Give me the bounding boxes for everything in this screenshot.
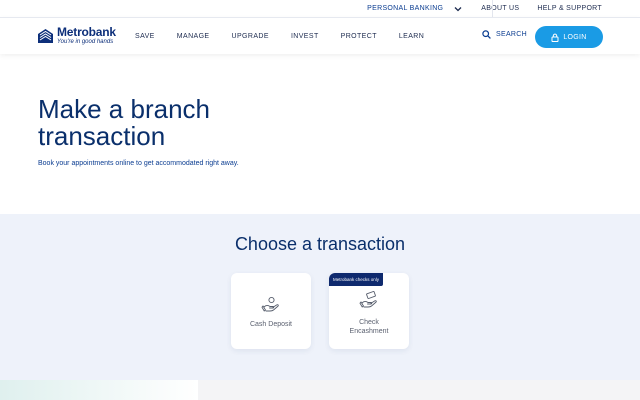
nav-links: SAVE MANAGE UPGRADE INVEST PROTECT LEARN <box>135 18 446 55</box>
metrobank-checks-badge: Metrobank checks only <box>329 273 384 286</box>
personal-banking-dropdown[interactable]: PERSONAL BANKING <box>367 4 463 14</box>
nav-item-save[interactable]: SAVE <box>135 33 155 40</box>
login-button[interactable]: LOGIN <box>535 26 603 48</box>
about-us-link[interactable]: ABOUT US <box>481 5 519 12</box>
nav-item-manage[interactable]: MANAGE <box>177 33 210 40</box>
search-label: SEARCH <box>496 31 527 38</box>
help-support-label: HELP & SUPPORT <box>537 5 602 12</box>
nav-item-upgrade[interactable]: UPGRADE <box>232 33 269 40</box>
metrobank-logo-icon <box>38 28 53 43</box>
nav-item-protect[interactable]: PROTECT <box>341 33 377 40</box>
lock-icon <box>551 33 559 42</box>
personal-banking-label: PERSONAL BANKING <box>367 5 444 12</box>
brand-tagline: You're in good hands <box>57 39 114 45</box>
about-us-label: ABOUT US <box>481 5 520 12</box>
main-nav: Metrobank You're in good hands SAVE MANA… <box>0 17 640 54</box>
nav-item-learn[interactable]: LEARN <box>399 33 424 40</box>
card-label: Cash Deposit <box>249 321 293 328</box>
brand-name: Metrobank <box>57 25 116 39</box>
hand-coin-icon <box>261 296 279 312</box>
nav-item-invest[interactable]: INVEST <box>291 33 319 40</box>
hand-check-icon <box>359 291 377 308</box>
hero-section: Make a branch transaction Book your appo… <box>0 54 640 214</box>
section-heading: Choose a transaction <box>234 234 406 254</box>
page-title: Make a branch transaction <box>38 94 210 151</box>
search-button[interactable]: SEARCH <box>482 30 527 39</box>
page-subtitle: Book your appointments online to get acc… <box>38 160 239 167</box>
divider <box>492 0 493 17</box>
cash-deposit-card[interactable]: Cash Deposit <box>231 273 311 349</box>
check-encashment-card[interactable]: Metrobank checks only Check Encashment <box>329 273 409 349</box>
decorative-gradient <box>0 380 198 400</box>
card-label: Check Encashment <box>349 319 389 335</box>
login-label: LOGIN <box>563 33 587 41</box>
chevron-down-icon <box>454 6 462 11</box>
transaction-section: Choose a transaction Cash Deposit Metrob… <box>0 214 640 400</box>
search-icon <box>482 30 491 39</box>
help-support-link[interactable]: HELP & SUPPORT <box>537 5 602 12</box>
metrobank-logo[interactable]: Metrobank You're in good hands <box>37 26 116 45</box>
footer-strip <box>0 380 640 400</box>
utility-bar: PERSONAL BANKING ABOUT US HELP & SUPPORT <box>0 0 640 17</box>
